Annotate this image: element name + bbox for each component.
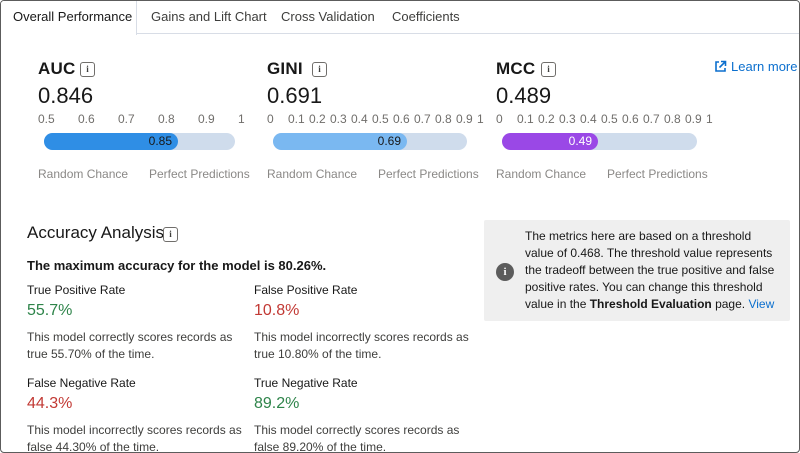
rate-value: 55.7% bbox=[27, 302, 73, 319]
scale-tick-label: 0.6 bbox=[78, 112, 95, 126]
rate-label: False Positive Rate bbox=[254, 283, 358, 297]
rate-description: This model incorrectly scores records as… bbox=[27, 423, 242, 453]
metric-value: 0.846 bbox=[38, 83, 94, 108]
rate-label: True Negative Rate bbox=[254, 376, 358, 390]
rate-value: 44.3% bbox=[27, 395, 73, 412]
metric-track: 0.85 bbox=[44, 133, 235, 150]
rate-value: 89.2% bbox=[254, 395, 300, 412]
scale-tick-label: 0.8 bbox=[664, 112, 681, 126]
metric-name: GINI bbox=[267, 59, 303, 78]
info-icon[interactable]: i bbox=[541, 62, 556, 77]
view-link[interactable]: View bbox=[748, 297, 774, 311]
threshold-info-text: The metrics here are based on a threshol… bbox=[525, 228, 783, 313]
scale-tick-label: 0.6 bbox=[393, 112, 410, 126]
info-icon[interactable]: i bbox=[312, 62, 327, 77]
info-icon[interactable]: i bbox=[163, 227, 178, 242]
rate-description: This model correctly scores records as t… bbox=[27, 330, 233, 361]
metric-value: 0.691 bbox=[267, 83, 323, 108]
random-chance-label: Random Chance bbox=[496, 167, 587, 181]
scale-tick-label: 0.5 bbox=[38, 112, 55, 126]
metric-fill-label: 0.49 bbox=[568, 134, 592, 148]
learn-more-label: Learn more bbox=[731, 59, 798, 74]
rate-label: True Positive Rate bbox=[27, 283, 126, 297]
app-frame: Overall Performance Gains and Lift Chart… bbox=[0, 0, 800, 453]
scale-tick-label: 0.9 bbox=[456, 112, 473, 126]
scale-tick-label: 0.3 bbox=[330, 112, 347, 126]
perfect-predictions-label: Perfect Predictions bbox=[378, 167, 479, 181]
scale-tick-label: 0.1 bbox=[517, 112, 534, 126]
scale-tick-label: 1 bbox=[706, 112, 713, 126]
metric-track: 0.49 bbox=[502, 133, 697, 150]
external-link-icon bbox=[715, 60, 727, 72]
metric-value: 0.489 bbox=[496, 83, 552, 108]
false-positive-rate: False Positive Rate 10.8% This model inc… bbox=[254, 283, 474, 363]
metric-fill-label: 0.85 bbox=[148, 134, 172, 148]
scale-tick-label: 0.5 bbox=[372, 112, 389, 126]
tab-bar: Overall Performance Gains and Lift Chart… bbox=[1, 1, 799, 35]
scale-tick-label: 0.2 bbox=[538, 112, 555, 126]
rate-label: False Negative Rate bbox=[27, 376, 136, 390]
scale-tick-label: 0.8 bbox=[158, 112, 175, 126]
scale-tick-label: 0.5 bbox=[601, 112, 618, 126]
random-chance-label: Random Chance bbox=[267, 167, 358, 181]
threshold-info-panel: i The metrics here are based on a thresh… bbox=[484, 220, 790, 321]
scale-tick-label: 0.2 bbox=[309, 112, 326, 126]
scale-tick-label: 0.7 bbox=[414, 112, 431, 126]
scale-tick-label: 0 bbox=[267, 112, 274, 126]
rate-description: This model incorrectly scores records as… bbox=[254, 330, 469, 361]
scale-tick-label: 0.4 bbox=[351, 112, 368, 126]
threshold-info-suffix: page. bbox=[711, 297, 749, 311]
scale-tick-label: 0.7 bbox=[118, 112, 135, 126]
scale-tick-label: 0.9 bbox=[685, 112, 702, 126]
accuracy-analysis-title: Accuracy Analysis bbox=[27, 223, 164, 243]
rate-value: 10.8% bbox=[254, 302, 300, 319]
false-negative-rate: False Negative Rate 44.3% This model inc… bbox=[27, 376, 247, 453]
tab-overall-performance[interactable]: Overall Performance bbox=[1, 1, 137, 35]
perfect-predictions-label: Perfect Predictions bbox=[149, 167, 250, 181]
true-negative-rate: True Negative Rate 89.2% This model corr… bbox=[254, 376, 474, 453]
tab-cross-validation[interactable]: Cross Validation bbox=[281, 1, 375, 34]
scale-tick-label: 0.7 bbox=[643, 112, 660, 126]
scale-tick-label: 0.1 bbox=[288, 112, 305, 126]
rate-description: This model correctly scores records as f… bbox=[254, 423, 460, 453]
scale-tick-label: 0.8 bbox=[435, 112, 452, 126]
scale-tick-label: 0.9 bbox=[198, 112, 215, 126]
true-positive-rate: True Positive Rate 55.7% This model corr… bbox=[27, 283, 247, 363]
scale-tick-label: 0.4 bbox=[580, 112, 597, 126]
scale-tick-label: 1 bbox=[238, 112, 245, 126]
scale-tick-label: 0 bbox=[496, 112, 503, 126]
random-chance-label: Random Chance bbox=[38, 167, 129, 181]
metric-track: 0.69 bbox=[273, 133, 467, 150]
tab-coefficients[interactable]: Coefficients bbox=[392, 1, 460, 34]
scale-tick-label: 0.3 bbox=[559, 112, 576, 126]
scale-tick-label: 1 bbox=[477, 112, 484, 126]
perfect-predictions-label: Perfect Predictions bbox=[607, 167, 708, 181]
accuracy-summary: The maximum accuracy for the model is 80… bbox=[27, 258, 327, 273]
metric-name: AUC bbox=[38, 59, 76, 78]
info-circle-icon: i bbox=[496, 263, 514, 281]
info-icon[interactable]: i bbox=[80, 62, 95, 77]
metric-name: MCC bbox=[496, 59, 536, 78]
scale-tick-label: 0.6 bbox=[622, 112, 639, 126]
tab-gains-and-lift-chart[interactable]: Gains and Lift Chart bbox=[151, 1, 267, 34]
accuracy-analysis-label: Accuracy Analysis bbox=[27, 223, 164, 242]
threshold-evaluation-emphasis: Threshold Evaluation bbox=[589, 297, 712, 311]
metric-fill-label: 0.69 bbox=[377, 134, 401, 148]
